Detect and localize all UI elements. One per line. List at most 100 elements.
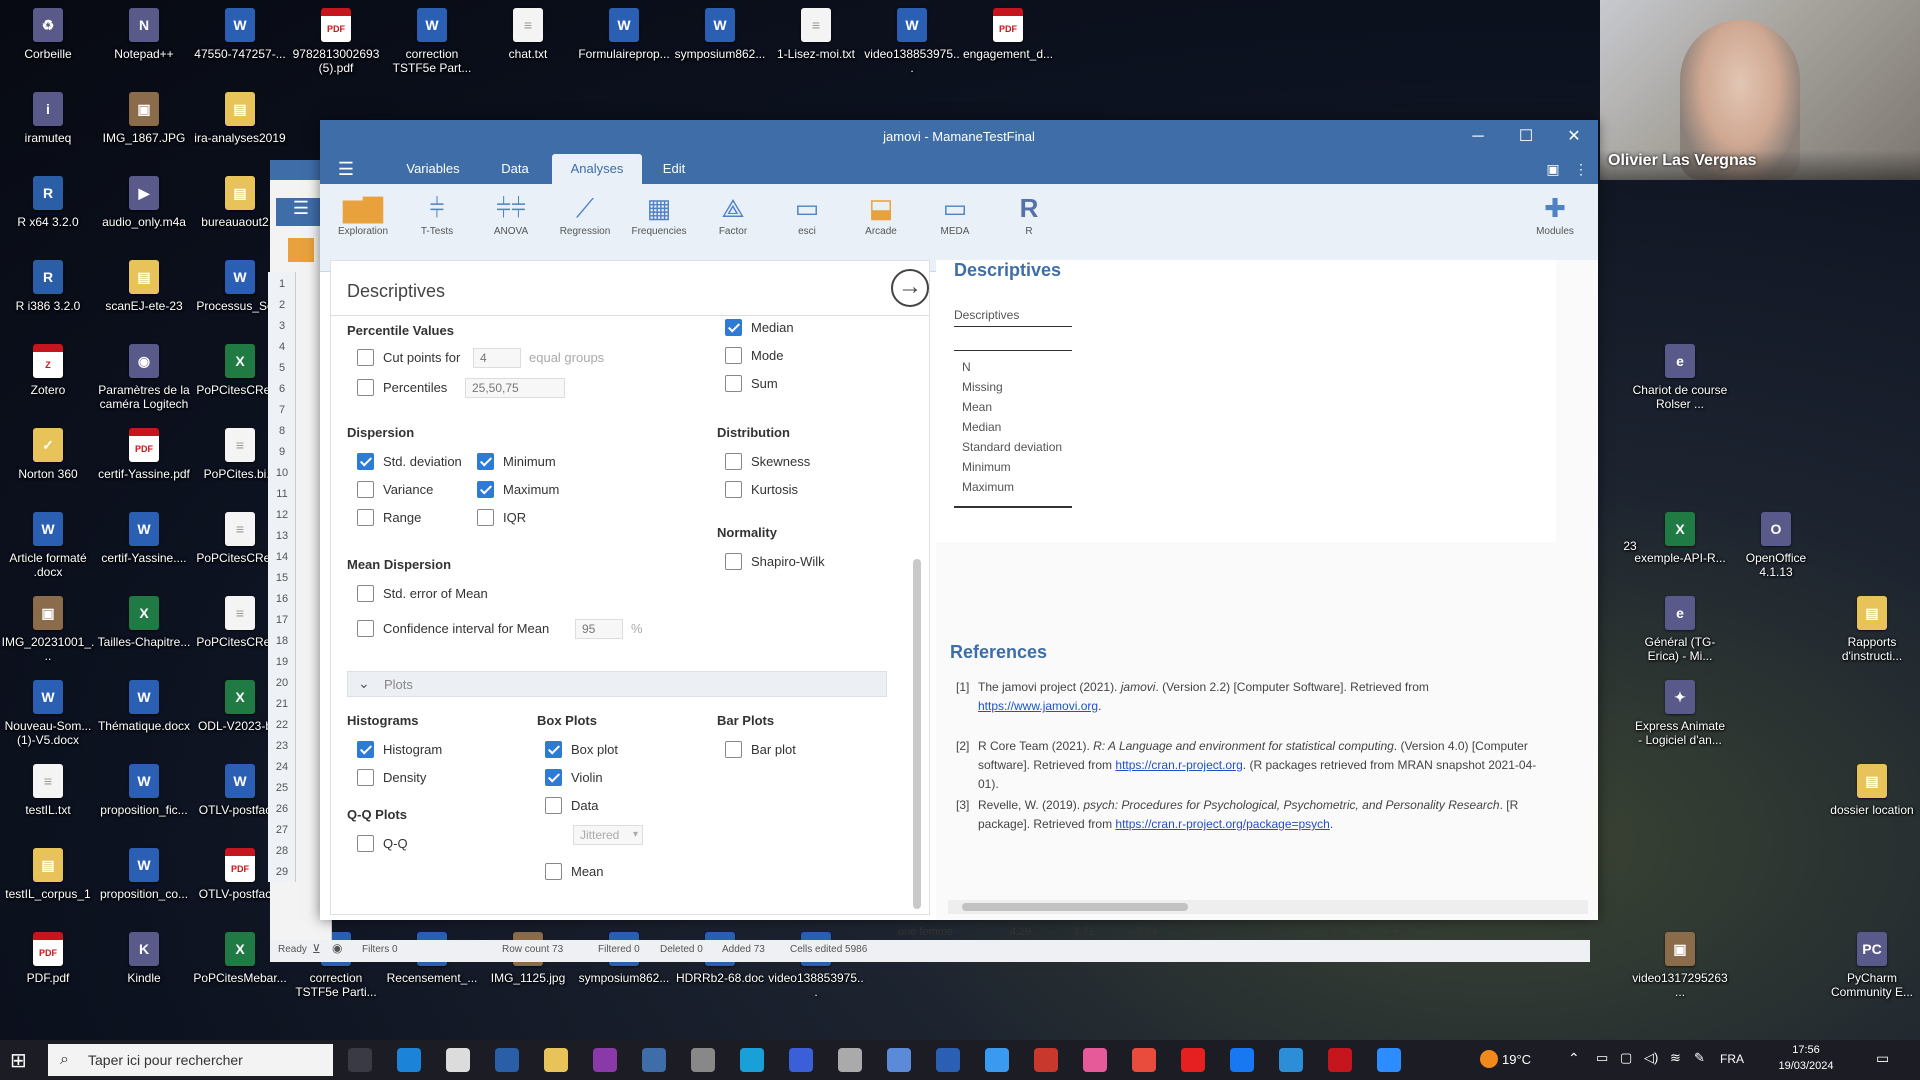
filter-icon[interactable]: ⊻ — [312, 942, 321, 956]
language-indicator[interactable]: FRA — [1720, 1052, 1744, 1066]
desktop-icon[interactable]: Wsymposium862... — [672, 8, 768, 61]
desktop-icon[interactable]: ▣ IMG_1867.JPG — [96, 92, 192, 145]
app-icon[interactable] — [789, 1048, 813, 1072]
desktop-icon[interactable]: ♻ Corbeille — [0, 8, 96, 61]
volume-icon[interactable]: ◁) — [1644, 1050, 1658, 1066]
row-number[interactable]: 19 — [268, 656, 296, 668]
cell-value[interactable]: 3.71 — [1073, 926, 1094, 938]
desktop-icon[interactable]: e Chariot de course Rolser ... — [1632, 344, 1728, 411]
row-number[interactable]: 10 — [268, 467, 296, 479]
desktop-icon[interactable]: ✦ Express Animate - Logiciel d'an... — [1632, 680, 1728, 747]
desktop-icon[interactable]: X Tailles-Chapitre... — [96, 596, 192, 649]
desktop-icon[interactable]: ◉ Paramètres de la caméra Logitech — [96, 344, 192, 411]
row-number[interactable]: 4 — [268, 341, 296, 353]
acrobat-icon[interactable] — [1328, 1048, 1352, 1072]
row-number[interactable]: 17 — [268, 614, 296, 626]
row-number[interactable]: 1 — [268, 278, 296, 290]
desktop-icon[interactable]: e Général (TG-Erica) - Mi... — [1632, 596, 1728, 663]
std-deviation-checkbox[interactable] — [357, 453, 374, 470]
std-error-checkbox[interactable] — [357, 585, 374, 602]
variance-checkbox[interactable] — [357, 481, 374, 498]
app-icon[interactable] — [1279, 1048, 1303, 1072]
desktop-icon[interactable]: Wvideo138853975... — [864, 8, 960, 75]
cell-value[interactable]: 3.94 — [1136, 926, 1157, 938]
hamburger-icon[interactable]: ☰ — [276, 198, 326, 226]
kurtosis-checkbox[interactable] — [725, 481, 742, 498]
box-plot-checkbox[interactable] — [545, 741, 562, 758]
taskbar-search[interactable]: ⌕ Taper ici pour rechercher — [48, 1044, 333, 1076]
desktop-icon[interactable]: ▤ testIL_corpus_1 — [0, 848, 96, 901]
facebook-icon[interactable] — [1230, 1048, 1254, 1072]
desktop-icon[interactable]: PDF 9782813002693 (5).pdf — [288, 8, 384, 75]
wifi-icon[interactable]: ≋ — [1670, 1050, 1681, 1066]
desktop-icon[interactable]: ▣ IMG_20231001_... — [0, 596, 96, 663]
eye-icon[interactable]: ◉ — [332, 941, 342, 955]
desktop-icon[interactable]: ▤ ira-analyses2019 — [192, 92, 288, 145]
row-number[interactable]: 13 — [268, 530, 296, 542]
desktop-icon[interactable]: Wproposition_fic... — [96, 764, 192, 817]
desktop-icon[interactable]: W Nouveau-Som... (1)-V5.docx — [0, 680, 96, 747]
row-number[interactable]: 7 — [268, 404, 296, 416]
desktop-icon[interactable]: K Kindle — [96, 932, 192, 985]
zoom-icon[interactable] — [1377, 1048, 1401, 1072]
row-number[interactable]: 25 — [268, 782, 296, 794]
windows-start-icon[interactable]: ⊞ — [10, 1048, 27, 1073]
jittered-select[interactable]: Jittered ▾ — [573, 825, 643, 845]
settings-icon[interactable] — [838, 1048, 862, 1072]
row-number[interactable]: 24 — [268, 761, 296, 773]
desktop-icon[interactable]: ✓ Norton 360 — [0, 428, 96, 481]
row-number[interactable]: 21 — [268, 698, 296, 710]
desktop-icon[interactable]: ≡ chat.txt — [480, 8, 576, 61]
chrome-like-icon[interactable] — [446, 1048, 470, 1072]
network-icon[interactable]: ▭ — [1596, 1050, 1608, 1066]
modules-button[interactable]: ✚ Modules — [1520, 190, 1590, 237]
row-number[interactable]: 3 — [268, 320, 296, 332]
notes-icon[interactable] — [985, 1048, 1009, 1072]
r-app-icon[interactable] — [495, 1048, 519, 1072]
desktop-icon[interactable]: O OpenOffice 4.1.13 — [1728, 512, 1824, 579]
desktop-icon[interactable]: PC PyCharm Community E... — [1824, 932, 1920, 999]
minimize-button[interactable]: ─ — [1454, 120, 1502, 154]
r-button[interactable]: RR — [994, 190, 1064, 237]
desktop-icon[interactable]: W Formulaireprop... — [576, 8, 672, 61]
density-checkbox[interactable] — [357, 769, 374, 786]
tray-chevron-icon[interactable]: ⌃ — [1568, 1050, 1580, 1067]
row-number[interactable]: 18 — [268, 635, 296, 647]
factor-button[interactable]: ⟁ Factor — [698, 190, 768, 237]
desktop-icon[interactable]: ▤ Rapports d'instructi... — [1824, 596, 1920, 663]
range-checkbox[interactable] — [357, 509, 374, 526]
desktop-icon[interactable]: ▤ scanEJ-ete-23 — [96, 260, 192, 313]
percentiles-checkbox[interactable] — [357, 379, 374, 396]
desktop-icon[interactable]: ≡ 1-Lisez-moi.txt — [768, 8, 864, 61]
row-number[interactable]: 14 — [268, 551, 296, 563]
frequencies-button[interactable]: ▦ Frequencies — [624, 190, 694, 237]
edge-icon[interactable] — [397, 1048, 421, 1072]
app-icon[interactable] — [593, 1048, 617, 1072]
app-icon[interactable] — [1034, 1048, 1058, 1072]
row-number[interactable]: 20 — [268, 677, 296, 689]
row-number[interactable]: 12 — [268, 509, 296, 521]
ci-mean-checkbox[interactable] — [357, 620, 374, 637]
reference-link[interactable]: https://www.jamovi.org — [978, 699, 1098, 713]
close-button[interactable]: ✕ — [1550, 120, 1598, 154]
tab-edit[interactable]: Edit — [644, 154, 704, 184]
desktop-icon[interactable]: W Thématique.docx — [96, 680, 192, 733]
cell-value[interactable]: 3.32 — [1262, 926, 1283, 938]
skewness-checkbox[interactable] — [725, 453, 742, 470]
results-horizontal-scrollbar[interactable] — [948, 900, 1588, 914]
mean-checkbox[interactable] — [545, 863, 562, 880]
clock-time[interactable]: 17:56 — [1776, 1044, 1836, 1056]
desktop-icon[interactable]: N Notepad++ — [96, 8, 192, 61]
mode-checkbox[interactable] — [725, 347, 742, 364]
options-scrollbar[interactable] — [913, 559, 921, 909]
maximum-checkbox[interactable] — [477, 481, 494, 498]
desktop-icon[interactable]: PDF certif-Yassine.pdf — [96, 428, 192, 481]
cell-label[interactable]: une femme — [898, 926, 953, 938]
desktop-icon[interactable]: Wcertif-Yassine.... — [96, 512, 192, 565]
percentiles-input[interactable]: 25,50,75 — [465, 378, 565, 398]
desktop-icon[interactable]: Z Zotero — [0, 344, 96, 397]
desktop-icon[interactable]: PDF PDF.pdf — [0, 932, 96, 985]
desktop-icon[interactable]: ≡ testIL.txt — [0, 764, 96, 817]
row-number[interactable]: 29 — [268, 866, 296, 878]
maximize-button[interactable]: ☐ — [1502, 120, 1550, 154]
